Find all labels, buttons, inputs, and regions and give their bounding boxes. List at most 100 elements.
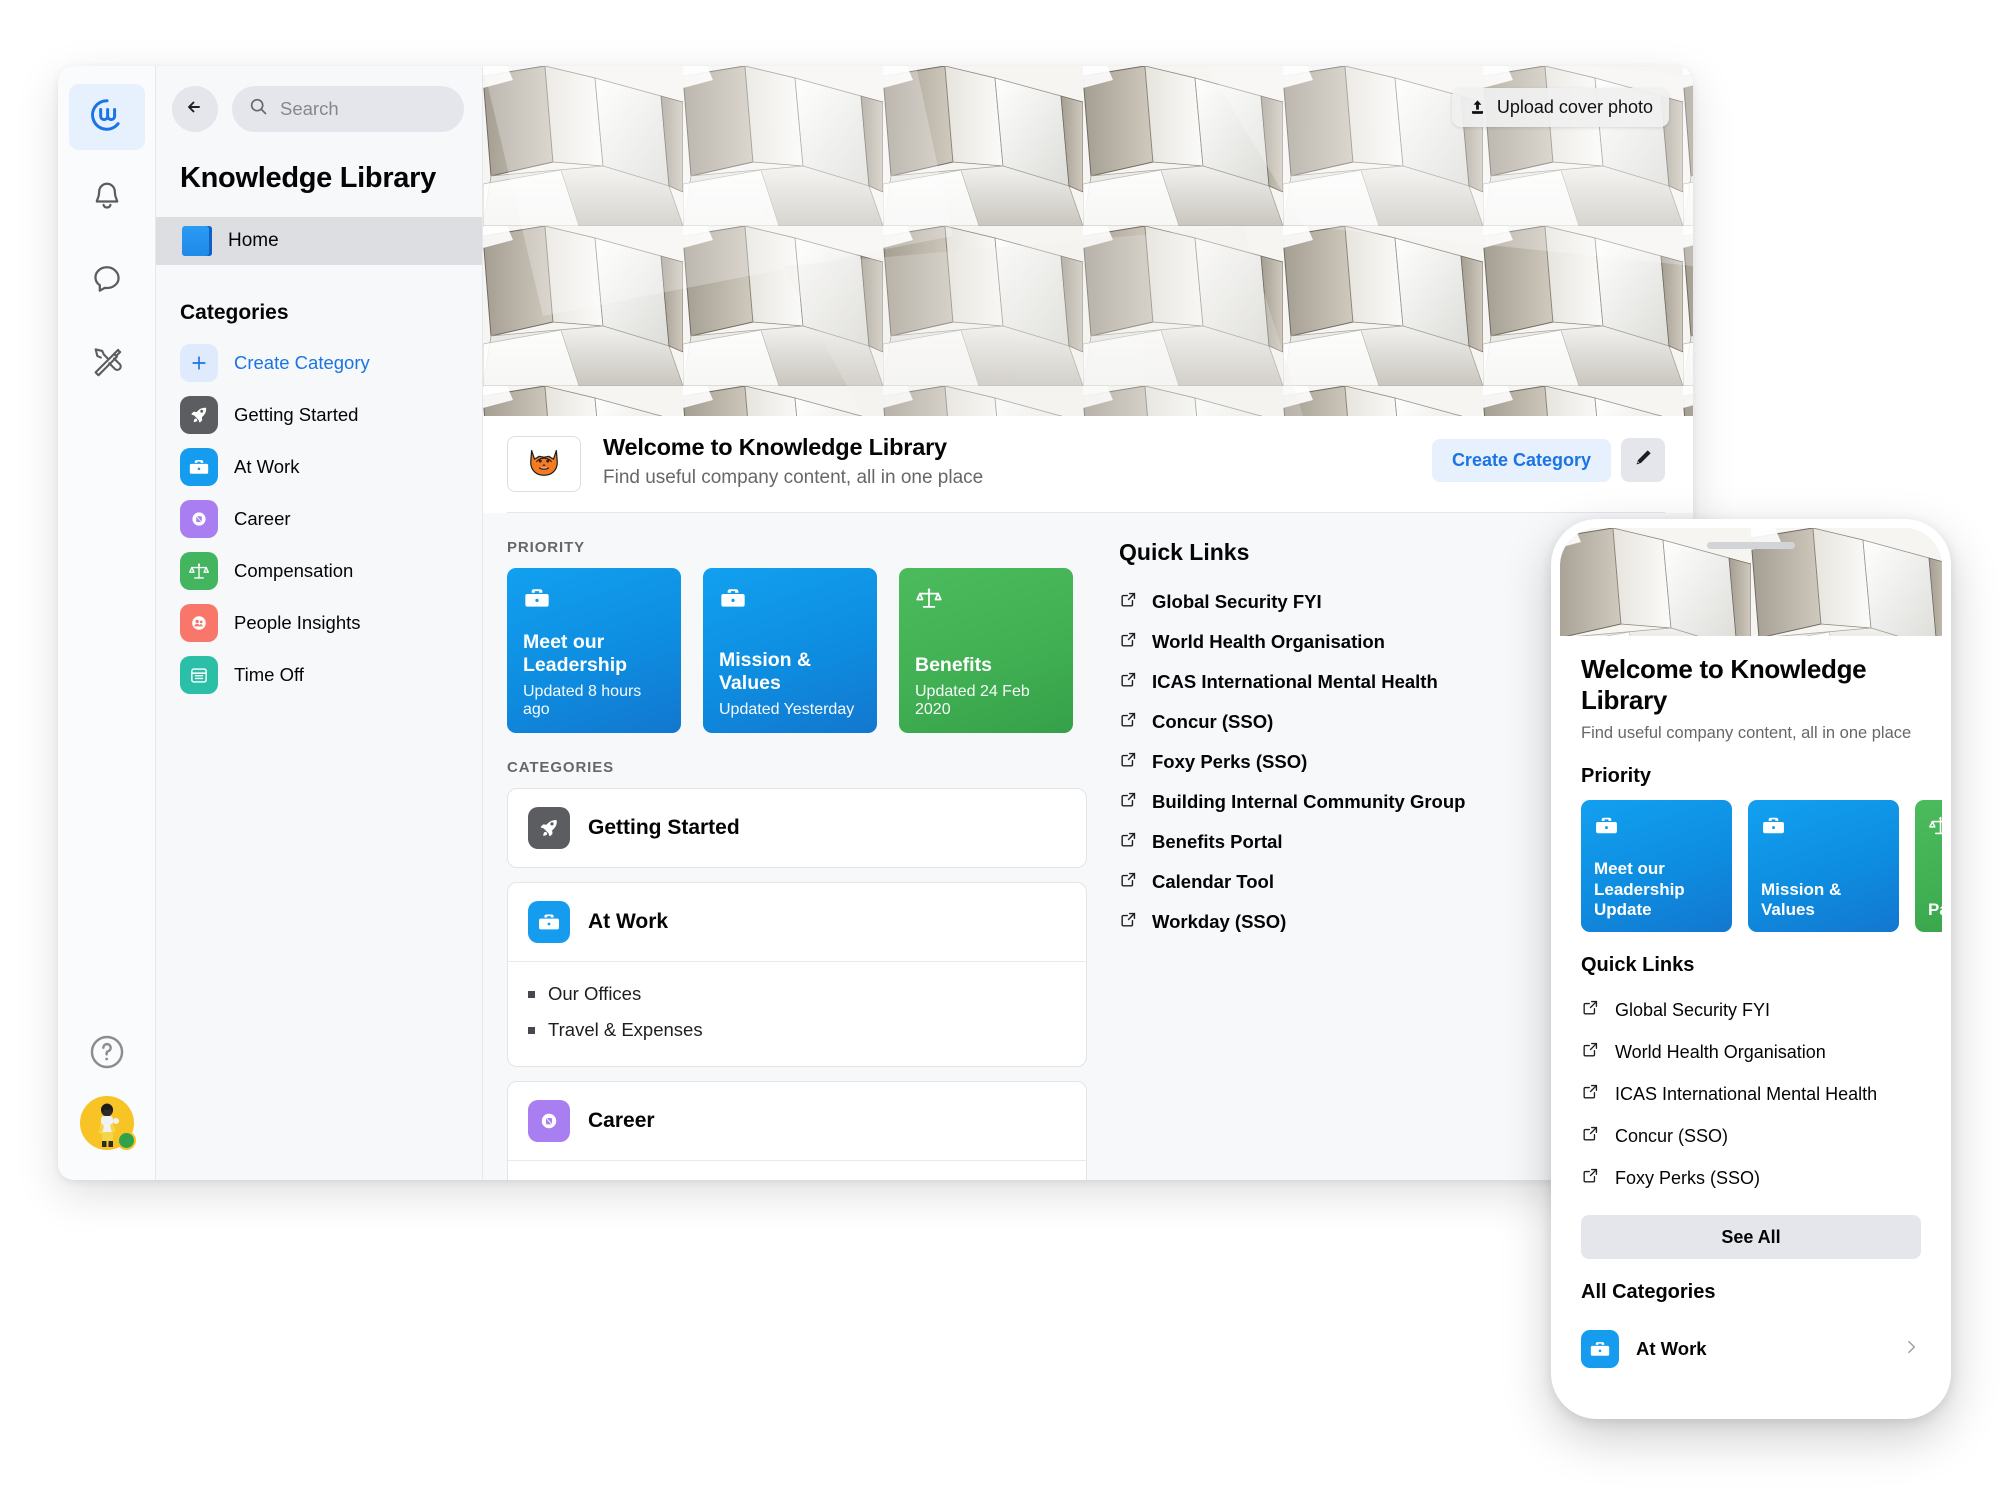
scales-icon [180, 552, 218, 590]
mobile-title: Welcome to Knowledge Library [1581, 654, 1867, 715]
mobile-quick-link-label: World Health Organisation [1615, 1041, 1826, 1062]
mobile-quick-link[interactable]: Foxy Perks (SSO) [1581, 1157, 1921, 1199]
rail-item-chat[interactable] [69, 248, 145, 314]
priority-card[interactable]: Benefits Updated 24 Feb 2020 [899, 568, 1073, 733]
mobile-quick-link[interactable]: World Health Organisation [1581, 1031, 1921, 1073]
content-columns: PRIORITY Meet our Leadership Updated 8 h… [483, 513, 1693, 1180]
mobile-screen: Welcome to Knowledge Library Find useful… [1560, 528, 1942, 1410]
sidebar-create-category-label: Create Category [234, 352, 370, 373]
external-link-icon [1119, 710, 1138, 734]
upload-cover-photo-label: Upload cover photo [1496, 97, 1653, 117]
category-card-career[interactable]: Career My Career Internal Mobility [507, 1081, 1087, 1180]
category-card-header: At Work [508, 883, 1086, 961]
rail-item-notifications[interactable] [69, 166, 145, 232]
sidebar-item-time-off[interactable]: Time Off [156, 649, 482, 701]
priority-card[interactable]: Meet our Leadership Updated 8 hours ago [507, 568, 681, 733]
mobile-quick-link[interactable]: Concur (SSO) [1581, 1115, 1921, 1157]
mobile-priority-card[interactable]: Payroll [1915, 800, 1942, 933]
welcome-actions: Create Category [1431, 438, 1665, 482]
edit-button[interactable] [1621, 438, 1665, 482]
help-button[interactable] [85, 1030, 129, 1074]
mobile-quick-link[interactable]: Global Security FYI [1581, 989, 1921, 1031]
mobile-priority-card[interactable]: Meet our Leadership Update [1581, 800, 1732, 933]
mobile-priority-card-title: Payroll [1928, 899, 1942, 919]
mobile-priority-cards: Meet our Leadership Update Mission & Val… [1581, 800, 1942, 933]
external-link-icon [1581, 1040, 1600, 1064]
mobile-body: Welcome to Knowledge Library Find useful… [1560, 636, 1942, 1369]
quick-link-label: Foxy Perks (SSO) [1152, 751, 1308, 772]
back-button[interactable] [172, 86, 218, 132]
sidebar-item-label: People Insights [234, 612, 361, 633]
priority-card-title: Mission & Values [719, 649, 812, 694]
upload-cover-photo-button[interactable]: Upload cover photo [1451, 88, 1669, 127]
external-link-icon [1119, 830, 1138, 854]
sidebar-item-people-insights[interactable]: People Insights [156, 597, 482, 649]
quick-link-label: Building Internal Community Group [1152, 791, 1466, 812]
sidebar-item-label: Compensation [234, 560, 354, 581]
category-card-getting-started[interactable]: Getting Started [507, 788, 1087, 868]
external-link-icon [1119, 670, 1138, 694]
external-link-icon [1581, 1166, 1600, 1190]
sidebar-item-career[interactable]: Career [156, 493, 482, 545]
category-item[interactable]: Our Offices [528, 976, 1066, 1012]
rail-item-tools[interactable] [69, 330, 145, 396]
sidebar-item-label: At Work [234, 456, 300, 477]
external-link-icon [1119, 870, 1138, 894]
category-item[interactable]: My Career [528, 1175, 1066, 1180]
category-item[interactable]: Travel & Expenses [528, 1012, 1066, 1048]
briefcase-icon [1594, 813, 1719, 843]
sidebar-item-compensation[interactable]: Compensation [156, 545, 482, 597]
rail-item-workplace-home[interactable] [68, 84, 145, 150]
workplace-home-icon [88, 96, 126, 139]
briefcase-icon [719, 584, 861, 617]
priority-card-title: Meet our Leadership [523, 631, 628, 676]
categories-label: CATEGORIES [507, 759, 615, 776]
tools-icon [89, 343, 125, 384]
people-icon [180, 604, 218, 642]
mobile-preview-device: Welcome to Knowledge Library Find useful… [1551, 519, 1951, 1419]
category-card-body: Our Offices Travel & Expenses [508, 961, 1086, 1066]
search-input[interactable]: Search [232, 86, 464, 132]
search-placeholder: Search [280, 98, 339, 119]
search-icon [248, 96, 269, 122]
briefcase-icon [1581, 1330, 1619, 1369]
sidebar-item-getting-started[interactable]: Getting Started [156, 389, 482, 441]
external-link-icon [1119, 910, 1138, 934]
category-card-at-work[interactable]: At Work Our Offices Travel & Expenses [507, 882, 1087, 1067]
avatar[interactable] [79, 1096, 136, 1150]
sidebar-create-category[interactable]: Create Category [156, 337, 482, 389]
see-all-button[interactable]: See All [1581, 1215, 1921, 1260]
external-link-icon [1119, 630, 1138, 654]
quick-link-label: Concur (SSO) [1152, 711, 1274, 732]
quick-link-label: Workday (SSO) [1152, 911, 1287, 932]
sidebar-item-at-work[interactable]: At Work [156, 441, 482, 493]
mobile-category-label: At Work [1636, 1338, 1707, 1360]
category-card-title: Getting Started [588, 816, 740, 839]
mobile-quick-link-label: Foxy Perks (SSO) [1615, 1167, 1761, 1188]
category-item-label: Our Offices [548, 983, 642, 1004]
mobile-quick-link[interactable]: ICAS International Mental Health [1581, 1073, 1921, 1115]
welcome-title: Welcome to Knowledge Library [603, 434, 947, 460]
quick-link-label: Benefits Portal [1152, 831, 1283, 852]
knowledge-library-sidebar: Search Knowledge Library Home Categories… [156, 66, 483, 1180]
sidebar-header: Search [156, 86, 482, 132]
sidebar-item-home[interactable]: Home [156, 217, 482, 265]
external-link-icon [1581, 1082, 1600, 1106]
screen-root: Search Knowledge Library Home Categories… [0, 0, 2000, 1488]
mobile-priority-card[interactable]: Mission & Values [1748, 800, 1899, 933]
category-card-header: Career [508, 1082, 1086, 1160]
mobile-category-row[interactable]: At Work [1581, 1316, 1921, 1369]
briefcase-icon [528, 901, 570, 943]
mobile-priority-card-title: Mission & Values [1761, 879, 1842, 919]
briefcase-icon [180, 448, 218, 486]
welcome-section: Welcome to Knowledge Library Find useful… [483, 416, 1693, 513]
priority-card[interactable]: Mission & Values Updated Yesterday [703, 568, 877, 733]
arrow-left-icon [183, 95, 207, 124]
mobile-quick-links-label: Quick Links [1581, 954, 1695, 977]
mobile-quick-link-label: ICAS International Mental Health [1615, 1083, 1878, 1104]
main-content: Upload cover photo Welcome to Knowledge … [483, 66, 1693, 1180]
create-category-button[interactable]: Create Category [1431, 438, 1611, 482]
workplace-desktop-window: Search Knowledge Library Home Categories… [58, 66, 1693, 1180]
category-card-header: Getting Started [508, 789, 1086, 867]
quick-link-label: Global Security FYI [1152, 591, 1322, 612]
